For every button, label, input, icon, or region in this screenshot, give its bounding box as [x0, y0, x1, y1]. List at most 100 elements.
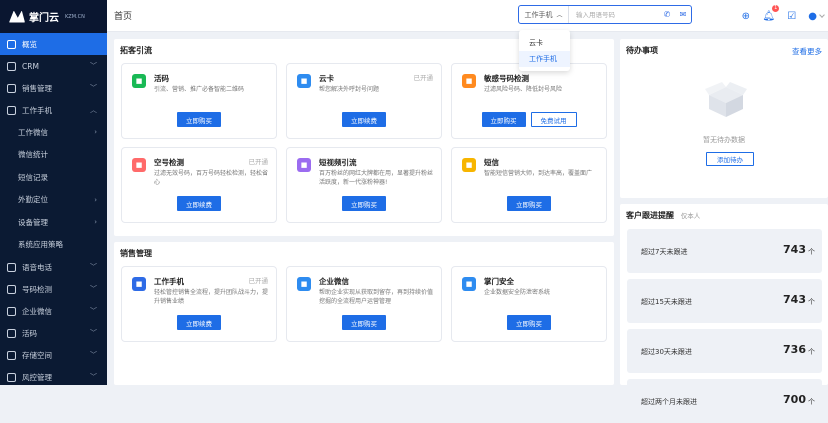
sidebar-item-label: 销售管理: [22, 83, 52, 93]
card-button-row: 立即续费: [287, 112, 441, 127]
card-description: 过滤风险号码、降低封号风险: [484, 86, 563, 93]
followup-subtitle: 仅本人: [680, 212, 701, 220]
card-action-button[interactable]: 立即续费: [342, 112, 386, 127]
acquire-card: ■ 云卡 已开通帮您解决外呼封号问题立即续费: [286, 63, 442, 139]
qrcode-icon: [7, 328, 16, 338]
followup-count: 700: [783, 393, 806, 406]
sidebar-bottom-item-2[interactable]: 企业微信 ﹀: [0, 300, 107, 322]
user-icon: [7, 61, 16, 71]
free-trial-button[interactable]: 免费试用: [530, 112, 577, 127]
search-box: 工作手机 ︿ ✆ ✉: [518, 5, 692, 24]
followup-unit: 个: [808, 348, 815, 356]
card-action-button[interactable]: 立即购买: [342, 315, 386, 330]
sidebar-bottom-item-4[interactable]: 存储空间 ﹀: [0, 344, 107, 366]
card-name: 云卡: [319, 74, 334, 83]
sidebar-item-2[interactable]: 销售管理 ﹀: [0, 77, 107, 99]
chevron-up-icon: ︿: [90, 106, 97, 114]
user-avatar[interactable]: ●: [808, 11, 825, 22]
search-type-select[interactable]: 工作手机 ︿: [519, 6, 569, 23]
sidebar-item-1[interactable]: CRM ﹀: [0, 55, 107, 77]
card-action-button[interactable]: 立即购买: [342, 196, 386, 211]
logo-icon: [9, 10, 25, 23]
view-more-link[interactable]: 查看更多: [792, 46, 822, 57]
sidebar-item-3[interactable]: 工作手机 ︿: [0, 99, 107, 121]
add-todo-button[interactable]: 添加待办: [706, 152, 754, 166]
acquire-card-icon-1: ■: [297, 74, 311, 88]
sidebar: 掌门云 KZM.CN 概览 CRM ﹀ 销售管理 ﹀ 工作手机 ︿ 工作微信 › 微信统计 短信记…: [0, 0, 107, 385]
sidebar-subitem-2[interactable]: 短信记录: [0, 166, 107, 189]
sidebar-bottom-item-3[interactable]: 活码 ﹀: [0, 322, 107, 344]
acquire-card: ■ 短视频引流 百万粉丝的网红大牌都在用，显著提升粉丝活跃度，新一代涨粉神器! 立即购…: [286, 147, 442, 223]
dropdown-option-work-phone[interactable]: 工作手机: [519, 51, 570, 67]
card-status-tag: 已开通: [248, 277, 269, 285]
acquire-card: ■ 空号检测 已开通 过滤无效号码，百万号码轻松检测，轻松省心 立即续费: [121, 147, 277, 223]
search-type-dropdown: 云卡 工作手机: [519, 30, 570, 71]
sidebar-subitem-1[interactable]: 微信统计: [0, 144, 107, 167]
card-button-row: 立即购买: [452, 196, 606, 211]
followup-unit: 个: [808, 298, 815, 306]
dropdown-option-cloud-card[interactable]: 云卡: [519, 35, 570, 51]
risk-icon: [7, 372, 16, 382]
card-action-button[interactable]: 立即续费: [177, 196, 221, 211]
notification-badge: 1: [772, 4, 780, 12]
card-description: 引流、营销、推广必备智能二维码: [154, 86, 245, 93]
card-status-tag: 已开通: [413, 74, 434, 82]
search-type-value: 工作手机: [524, 10, 553, 19]
brand-logo[interactable]: 掌门云 KZM.CN: [0, 0, 107, 33]
sales-card: ■ 企业微信 帮助企业实现从获取到留存，再到持续价值挖掘的全流程用户运营管理 立即购买: [286, 266, 442, 342]
card-action-button[interactable]: 立即购买: [481, 112, 526, 127]
acquire-card-icon-4: ■: [297, 158, 311, 172]
followup-title: 客户跟进提醒 仅本人: [626, 210, 700, 221]
sidebar-subitem-label: 微信统计: [18, 150, 48, 160]
sidebar-item-0[interactable]: 概览: [0, 33, 107, 55]
followup-label: 超过两个月未跟进: [641, 398, 697, 406]
home-icon: [7, 39, 16, 49]
card-button-row: 立即购买 免费试用: [452, 112, 606, 127]
card-button-row: 立即购买: [452, 315, 606, 330]
add-icon[interactable]: ⊕: [739, 10, 752, 23]
chevron-down-icon: ﹀: [90, 329, 97, 337]
sidebar-bottom-item-0[interactable]: 语音电话 ﹀: [0, 256, 107, 278]
sidebar-subitem-label: 短信记录: [18, 172, 48, 182]
acquire-card: ■ 活码 引流、营销、推广必备智能二维码 立即购买: [121, 63, 277, 139]
sidebar-subitem-3[interactable]: 外勤定位 ›: [0, 189, 107, 212]
sidebar-subitem-0[interactable]: 工作微信 ›: [0, 121, 107, 144]
sidebar-subitem-5[interactable]: 系统应用策略: [0, 234, 107, 257]
followup-row: 超过两个月未跟进 700 个: [627, 379, 822, 423]
section-title-acquire: 拓客引流: [120, 46, 152, 55]
bell-icon[interactable]: 🔔︎ 1: [762, 4, 780, 23]
card-action-button[interactable]: 立即购买: [507, 196, 551, 211]
chevron-right-icon: ›: [94, 195, 97, 204]
todo-title: 待办事项: [626, 46, 658, 55]
card-name: 空号检测: [154, 158, 184, 167]
search-input[interactable]: [569, 10, 659, 19]
wecom-icon: [7, 306, 16, 316]
card-description: 帮助企业实现从获取到留存，再到持续价值挖掘的全流程用户运营管理: [319, 289, 434, 305]
followup-row: 超过30天未跟进 736 个: [627, 329, 822, 373]
chevron-down-icon: ﹀: [90, 351, 97, 359]
card-description: 轻松管控销售全流程，提升团队战斗力，提升销售业绩: [154, 289, 269, 305]
acquire-card-icon-2: ■: [462, 74, 476, 88]
section-title-sales: 销售管理: [120, 249, 152, 258]
sidebar-bottom-item-1[interactable]: 号码检测 ﹀: [0, 278, 107, 300]
card-button-row: 立即续费: [122, 315, 276, 330]
card-description: 帮您解决外呼封号问题: [319, 86, 380, 93]
card-name: 短信: [484, 158, 499, 167]
card-action-button[interactable]: 立即续费: [177, 315, 221, 330]
phone-call-icon[interactable]: ✆: [659, 10, 675, 19]
card-name: 工作手机: [154, 277, 184, 286]
followup-panel: 客户跟进提醒 仅本人 超过7天未跟进 743 个超过15天未跟进 743 个超过30天未…: [620, 204, 828, 423]
sidebar-subitem-4[interactable]: 设备管理 ›: [0, 211, 107, 234]
sidebar-item-label: 风控管理: [22, 372, 52, 382]
phone-icon: [7, 105, 16, 115]
mail-icon[interactable]: ✉: [675, 10, 691, 19]
sidebar-item-label: 号码检测: [22, 284, 52, 294]
acquire-card: ■ 敏感号码检测过滤风险号码、降低封号风险立即购买 免费试用: [451, 63, 607, 139]
card-action-button[interactable]: 立即购买: [507, 315, 551, 330]
card-name: 敏感号码检测: [484, 74, 529, 83]
card-action-button[interactable]: 立即购买: [177, 112, 221, 127]
task-check-icon[interactable]: ☑: [785, 10, 798, 23]
card-button-row: 立即续费: [122, 196, 276, 211]
voice-icon: [7, 262, 16, 272]
sidebar-item-label: 概览: [22, 39, 37, 49]
